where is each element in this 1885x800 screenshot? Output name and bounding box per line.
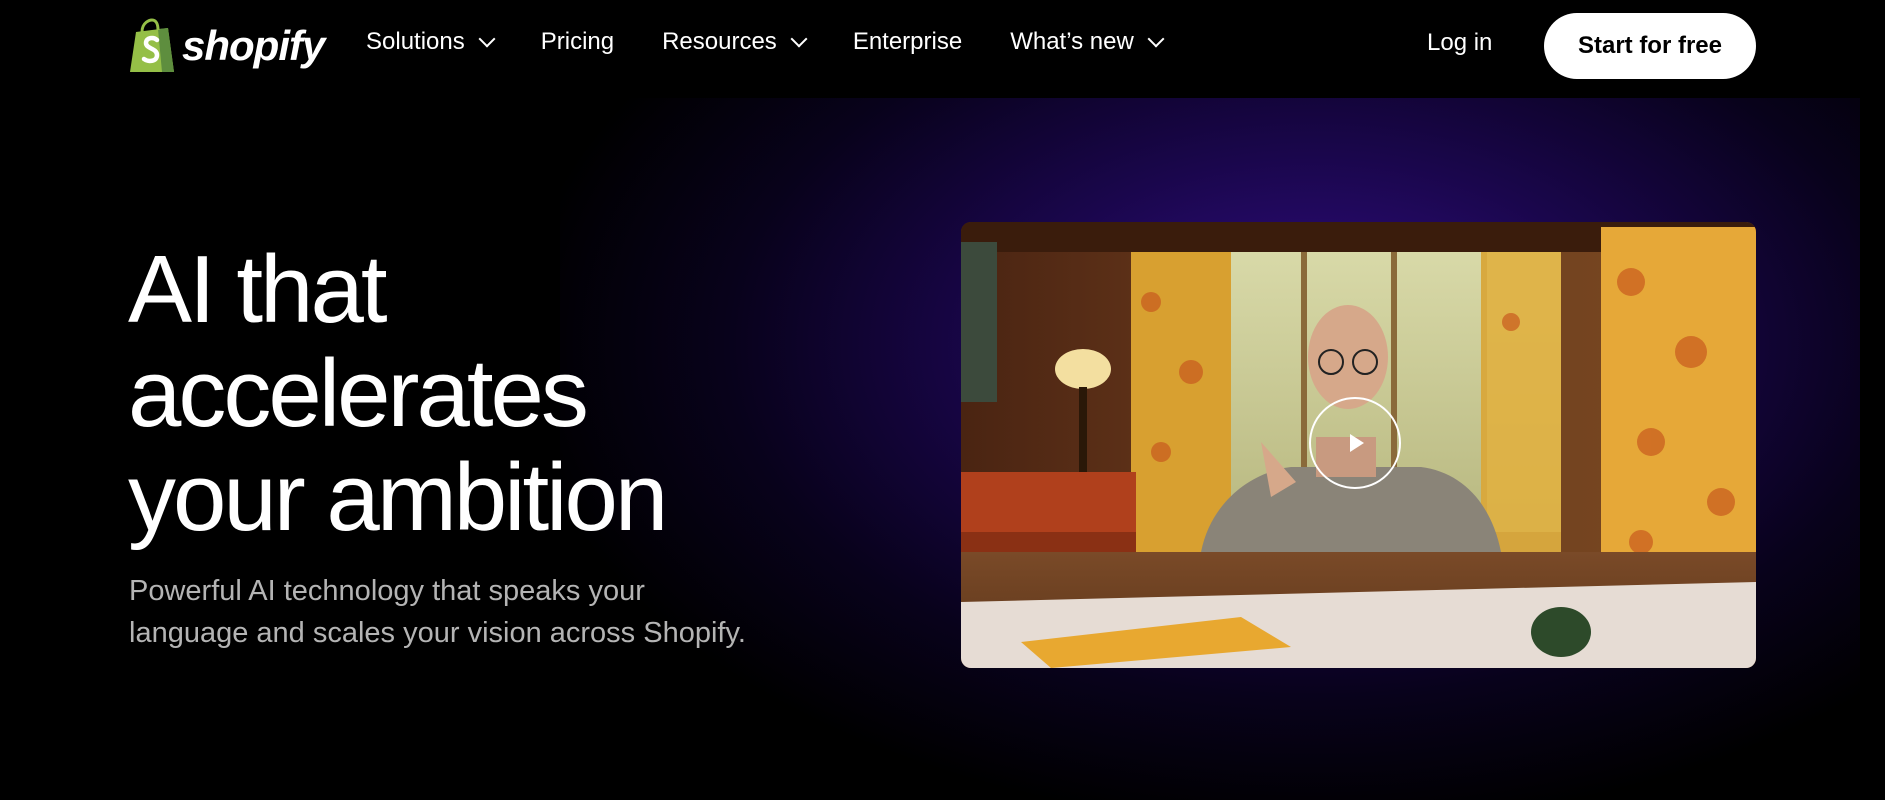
nav-pricing-label: Pricing <box>540 28 615 55</box>
nav-enterprise[interactable]: Enterprise <box>853 28 962 56</box>
headline-line: your ambition <box>128 444 668 551</box>
shopping-bag-logo-icon <box>130 18 174 72</box>
nav-solutions[interactable]: Solutions <box>366 28 496 56</box>
hero-video-player[interactable] <box>961 222 1756 668</box>
headline-line: AI that <box>128 236 388 343</box>
nav-whats-new[interactable]: What’s new <box>1010 28 1165 56</box>
play-button[interactable] <box>1309 397 1401 489</box>
top-navigation: shopify Solutions Pricing Resources Ente… <box>0 0 1885 98</box>
chevron-down-icon <box>790 30 808 48</box>
shopify-logo[interactable]: shopify <box>128 18 325 74</box>
hero-subtitle: Powerful AI technology that speaks your … <box>129 570 829 654</box>
nav-enterprise-label: Enterprise <box>852 28 963 55</box>
subtitle-line: language and scales your vision across S… <box>129 617 746 649</box>
play-icon <box>1350 434 1364 452</box>
nav-resources[interactable]: Resources <box>662 28 808 56</box>
nav-resources-label: Resources <box>662 28 777 55</box>
main-menu: Solutions Pricing Resources Enterprise W… <box>366 28 1210 56</box>
login-link[interactable]: Log in <box>1427 29 1492 57</box>
logo-wordmark: shopify <box>182 22 325 69</box>
hero-headline: AI that accelerates your ambition <box>128 238 748 550</box>
nav-whats-new-label: What’s new <box>1010 28 1134 55</box>
nav-pricing[interactable]: Pricing <box>541 28 614 56</box>
chevron-down-icon <box>478 30 496 48</box>
headline-line: accelerates <box>128 340 589 447</box>
nav-solutions-label: Solutions <box>366 28 465 55</box>
start-for-free-button[interactable]: Start for free <box>1544 13 1756 79</box>
chevron-down-icon <box>1147 30 1165 48</box>
subtitle-line: Powerful AI technology that speaks your <box>129 575 645 607</box>
